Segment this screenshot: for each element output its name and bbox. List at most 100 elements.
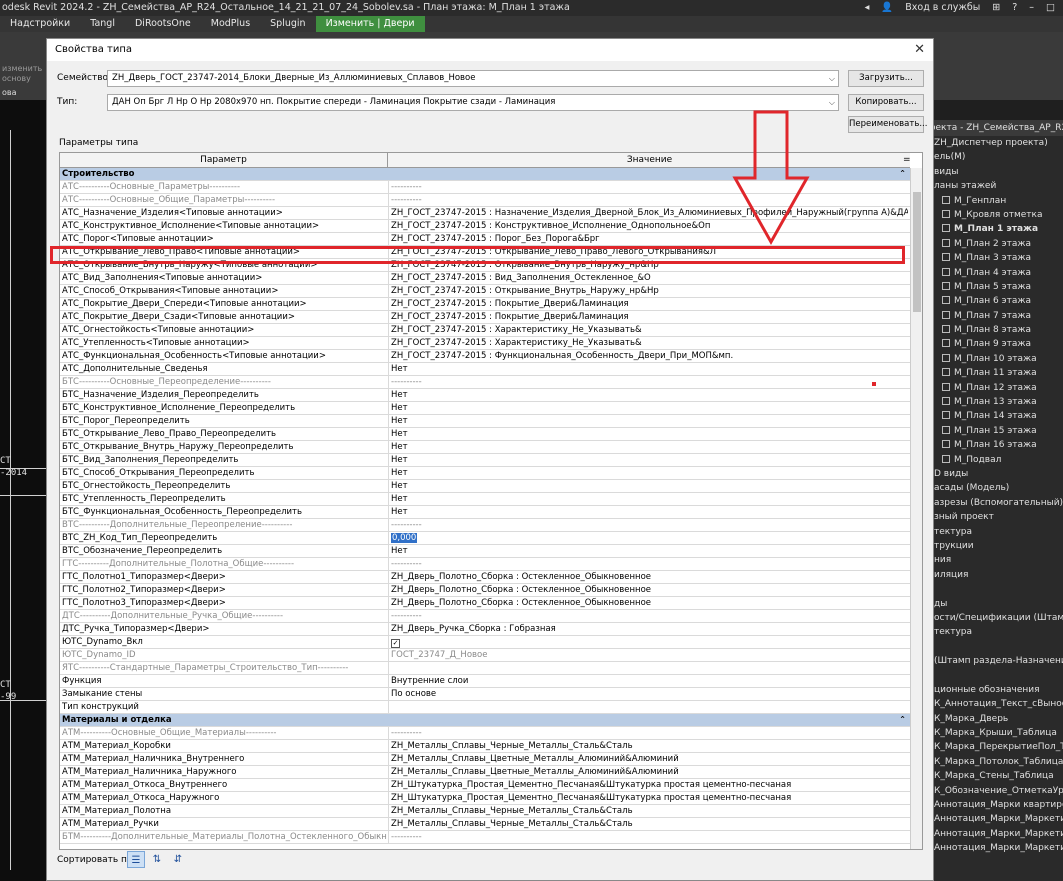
user-icon[interactable]: 👤	[881, 0, 893, 16]
table-row[interactable]: ДТС_Ручка_Типоразмер<Двери> ZH_Дверь_Ручк…	[60, 623, 910, 636]
scrollbar-thumb[interactable]	[913, 192, 921, 312]
table-row[interactable]: БТС----------Основные_Переопределение---…	[60, 376, 910, 389]
table-row[interactable]: ГТС----------Дополнительные_Полотна_Общи…	[60, 558, 910, 571]
browser-item[interactable]: Аннотация_Марки_Маркетинг	[926, 827, 1063, 841]
table-row[interactable]: АТС_Способ_Открывания<Типовые аннотации>…	[60, 285, 910, 298]
column-header-value[interactable]: Значение	[389, 153, 910, 168]
browser-item[interactable]: тектура	[926, 625, 1063, 639]
parameter-value[interactable]: Нет	[391, 454, 908, 466]
parameter-value[interactable]: ZH_Штукатурка_Простая_Цементно_Песчаная&…	[391, 792, 908, 804]
browser-item[interactable]: М_План 15 этажа	[926, 424, 1063, 438]
table-row[interactable]: АТС_Покрытие_Двери_Спереди<Типовые аннот…	[60, 298, 910, 311]
table-row[interactable]: ВТС_ZH_Код_Тип_Переопределить 0,000	[60, 532, 910, 545]
browser-item[interactable]	[926, 640, 1063, 654]
browser-item[interactable]: ды	[926, 597, 1063, 611]
table-row[interactable]: ГТС_Полотно3_Типоразмер<Двери> ZH_Дверь_П…	[60, 597, 910, 610]
parameter-value[interactable]: ZH_ГОСТ_23747-2015 : Покрытие_Двери&Лами…	[391, 311, 908, 323]
parameter-value[interactable]: ZH_ГОСТ_23747-2015 : Характеристику_Не_У…	[391, 337, 908, 349]
parameter-value[interactable]: ZH_ГОСТ_23747-2015 : Вид_Заполнения_Осте…	[391, 272, 908, 284]
parameter-value[interactable]: ZH_Металлы_Сплавы_Черные_Металлы_Сталь&С…	[391, 818, 908, 830]
table-row[interactable]: Тип конструкций	[60, 701, 910, 714]
browser-item[interactable]: М_Подвал	[926, 453, 1063, 467]
table-row[interactable]: АТМ_Материал_Наличника_Наружного ZH_Метал…	[60, 766, 910, 779]
table-row[interactable]: ВТС----------Дополнительные_Переопрелени…	[60, 519, 910, 532]
browser-item[interactable]: М_План 14 этажа	[926, 409, 1063, 423]
parameter-value[interactable]: ----------	[391, 194, 908, 206]
parameter-value[interactable]: ----------	[391, 181, 908, 193]
parameter-value[interactable]: ----------	[391, 519, 908, 531]
maximize-icon[interactable]: □	[1046, 0, 1055, 16]
tab-modplus[interactable]: ModPlus	[201, 16, 260, 32]
parameter-value[interactable]: ГОСТ_23747_Д_Новое	[391, 649, 908, 661]
browser-item[interactable]: К_Обозначение_ОтметкаУров	[926, 784, 1063, 798]
tab-addins[interactable]: Надстройки	[0, 16, 80, 32]
parameter-value[interactable]: ZH_ГОСТ_23747-2015 : Характеристику_Не_У…	[391, 324, 908, 336]
parameter-value[interactable]: Нет	[391, 363, 908, 375]
browser-item[interactable]: иляция	[926, 568, 1063, 582]
table-row[interactable]: БТС_Функциональная_Особенность_Переопред…	[60, 506, 910, 519]
browser-item[interactable]: D виды	[926, 467, 1063, 481]
parameter-value[interactable]: ZH_ГОСТ_23747-2015 : Функциональная_Особ…	[391, 350, 908, 362]
table-row[interactable]: АТС_Огнестойкость<Типовые аннотации> ZH_Г…	[60, 324, 910, 337]
browser-item[interactable]: К_Марка_Дверь	[926, 712, 1063, 726]
parameter-value[interactable]: ----------	[391, 831, 908, 843]
parameter-value[interactable]: Нет	[391, 389, 908, 401]
parameter-value[interactable]: ZH_ГОСТ_23747-2015 : Конструктивное_Испо…	[391, 220, 908, 232]
table-row[interactable]: ГТС_Полотно2_Типоразмер<Двери> ZH_Дверь_П…	[60, 584, 910, 597]
browser-item[interactable]: (Штамп раздела-Назначение	[926, 654, 1063, 668]
browser-item[interactable]: М_План 3 этажа	[926, 251, 1063, 265]
parameter-value[interactable]: Нет	[391, 467, 908, 479]
parameter-value[interactable]: По основе	[391, 688, 908, 700]
table-row[interactable]: АТМ_Материал_Ручки ZH_Металлы_Сплавы_Черн…	[60, 818, 910, 831]
load-button[interactable]: Загрузить...	[848, 70, 924, 87]
browser-item[interactable]: М_План 5 этажа	[926, 280, 1063, 294]
sort-descending-icon[interactable]: ⇵	[169, 851, 187, 868]
table-row[interactable]: ЮТС_Dynamo_ID ГОСТ_23747_Д_Новое	[60, 649, 910, 662]
parameter-value[interactable]: Нет	[391, 415, 908, 427]
table-row[interactable]: АТМ----------Основные_Общие_Материалы---…	[60, 727, 910, 740]
table-row[interactable]: БТМ----------Дополнительные_Материалы_По…	[60, 831, 910, 844]
parameter-value[interactable]: Нет	[391, 545, 908, 557]
table-row[interactable]: АТС_Дополнительные_Сведенья Нет	[60, 363, 910, 376]
parameter-value[interactable]: Нет	[391, 506, 908, 518]
selected-value[interactable]: 0,000	[391, 533, 418, 543]
browser-item[interactable]: ния	[926, 553, 1063, 567]
browser-item[interactable]: Аннотация_Марки_Маркетинг	[926, 812, 1063, 826]
parameter-value[interactable]: ZH_Дверь_Полотно_Сборка : Остекленное_Об…	[391, 584, 908, 596]
table-row[interactable]: БТС_Назначение_Изделия_Переопределить Нет	[60, 389, 910, 402]
parameter-value[interactable]: ZH_Дверь_Полотно_Сборка : Остекленное_Об…	[391, 571, 908, 583]
browser-item[interactable]: М_План 13 этажа	[926, 395, 1063, 409]
table-row[interactable]: БТС_Утепленность_Переопределить Нет	[60, 493, 910, 506]
browser-item[interactable]: М_План 6 этажа	[926, 294, 1063, 308]
table-row[interactable]: БТС_Открывание_Внутрь_Наружу_Переопредел…	[60, 441, 910, 454]
parameter-value[interactable]: Нет	[391, 441, 908, 453]
table-row[interactable]: ЯТС----------Стандартные_Параметры_Строи…	[60, 662, 910, 675]
browser-item[interactable]: ости/Спецификации (Штамп р	[926, 611, 1063, 625]
browser-item[interactable]: М_План 8 этажа	[926, 323, 1063, 337]
table-row[interactable]: ВТС_Обозначение_Переопределить Нет	[60, 545, 910, 558]
minimize-icon[interactable]: –	[1029, 0, 1034, 16]
parameter-value[interactable]: 0,000	[391, 532, 908, 544]
table-row[interactable]: БТС_Открывание_Лево_Право_Переопределить…	[60, 428, 910, 441]
table-row[interactable]: ЮТС_Dynamo_Вкл ✓	[60, 636, 910, 649]
browser-item[interactable]: тектура	[926, 525, 1063, 539]
table-row[interactable]: АТС_Функциональная_Особенность<Типовые а…	[60, 350, 910, 363]
table-row[interactable]: БТС_Огнестойкость_Переопределить Нет	[60, 480, 910, 493]
parameter-value[interactable]: ----------	[391, 610, 908, 622]
table-row[interactable]: БТС_Порог_Переопределить Нет	[60, 415, 910, 428]
browser-item[interactable]: ланы этажей	[926, 179, 1063, 193]
browser-item[interactable]: М_План 16 этажа	[926, 438, 1063, 452]
close-icon[interactable]: ✕	[914, 42, 925, 57]
cart-icon[interactable]: ⊞	[992, 0, 1000, 16]
browser-item[interactable]: К_Марка_Стены_Таблица	[926, 769, 1063, 783]
tab-modify-doors[interactable]: Изменить | Двери	[315, 16, 425, 32]
table-row[interactable]: АТМ_Материал_Коробки ZH_Металлы_Сплавы_Че…	[60, 740, 910, 753]
parameter-value[interactable]: Нет	[391, 402, 908, 414]
tab-splugin[interactable]: Splugin	[260, 16, 315, 32]
family-select[interactable]: ZH_Дверь_ГОСТ_23747-2014_Блоки_Дверные_И…	[107, 70, 839, 87]
table-row[interactable]: АТМ_Материал_Полотна ZH_Металлы_Сплавы_Че…	[60, 805, 910, 818]
sort-grouped-icon[interactable]: ☰	[127, 851, 145, 868]
parameter-value[interactable]: ZH_Штукатурка_Простая_Цементно_Песчаная&…	[391, 779, 908, 791]
browser-item[interactable]: Аннотация_Марки квартирогр	[926, 798, 1063, 812]
table-row[interactable]: Функция Внутренние слои	[60, 675, 910, 688]
